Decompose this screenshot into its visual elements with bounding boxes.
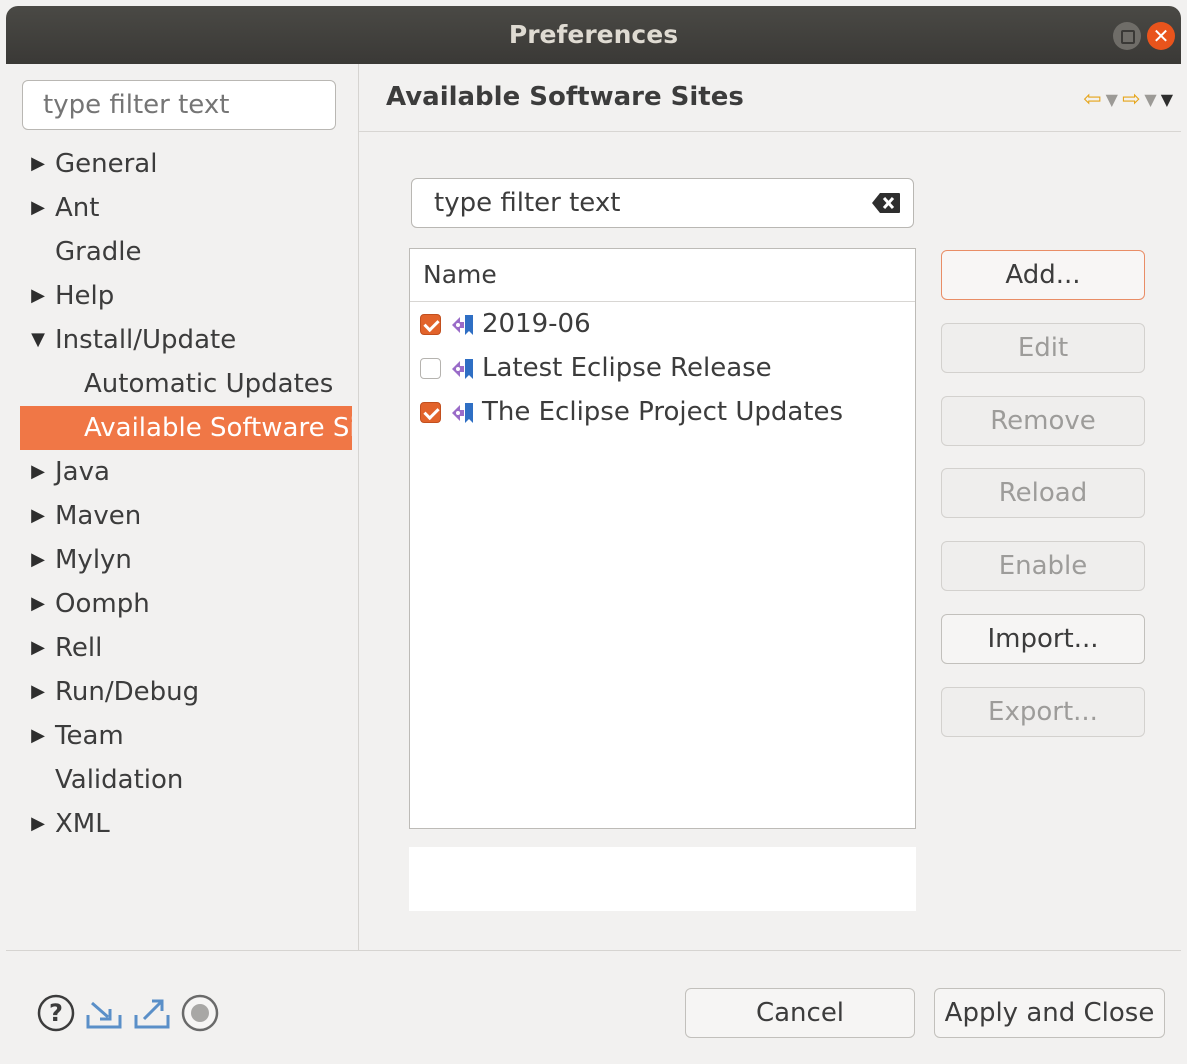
tree-item-rell[interactable]: ▶ Rell — [6, 626, 358, 670]
reload-button[interactable]: Reload — [941, 468, 1145, 518]
update-site-icon — [452, 359, 473, 379]
tree-item-label: Available Software Sites — [84, 413, 352, 443]
preference-page: Available Software Sites ⇦ ▼ ⇨ ▼ ▼ type … — [359, 64, 1181, 950]
tree-item-label: Oomph — [55, 589, 150, 619]
tree-item-label: Rell — [55, 633, 103, 663]
tree-item-mylyn[interactable]: ▶ Mylyn — [6, 538, 358, 582]
tree-item-maven[interactable]: ▶ Maven — [6, 494, 358, 538]
update-site-icon — [452, 315, 473, 335]
sites-filter-input[interactable]: type filter text — [411, 178, 914, 228]
expand-arrow-icon[interactable]: ▶ — [28, 450, 48, 494]
tree-item-general[interactable]: ▶ General — [6, 142, 358, 186]
tree-item-help[interactable]: ▶ Help — [6, 274, 358, 318]
expand-arrow-icon[interactable]: ▶ — [28, 494, 48, 538]
expand-arrow-icon[interactable]: ▶ — [28, 538, 48, 582]
tree-item-team[interactable]: ▶ Team — [6, 714, 358, 758]
tree-item-java[interactable]: ▶ Java — [6, 450, 358, 494]
tree-item-gradle[interactable]: Gradle — [6, 230, 358, 274]
table-row[interactable]: Latest Eclipse Release — [410, 346, 915, 390]
collapse-arrow-icon[interactable]: ▼ — [28, 318, 48, 362]
expand-arrow-icon[interactable]: ▶ — [28, 186, 48, 230]
tree-item-automatic-updates[interactable]: Automatic Updates — [6, 362, 358, 406]
site-enabled-checkbox[interactable] — [420, 402, 441, 423]
tree-item-label: Gradle — [55, 237, 142, 267]
tree-item-label: Ant — [55, 193, 100, 223]
minimize-button[interactable] — [1113, 22, 1141, 50]
tree-item-label: Mylyn — [55, 545, 132, 575]
page-title: Available Software Sites — [386, 82, 744, 112]
table-row[interactable]: The Eclipse Project Updates — [410, 390, 915, 434]
tree-filter-input[interactable] — [22, 80, 336, 130]
page-header: Available Software Sites ⇦ ▼ ⇨ ▼ ▼ — [359, 64, 1181, 132]
tree-item-label: General — [55, 149, 158, 179]
tree-item-install-update[interactable]: ▼ Install/Update — [6, 318, 358, 362]
page-navigation: ⇦ ▼ ⇨ ▼ ▼ — [1083, 86, 1173, 112]
expand-arrow-icon[interactable]: ▶ — [28, 274, 48, 318]
export-button[interactable]: Export... — [941, 687, 1145, 737]
tree-item-label: Maven — [55, 501, 142, 531]
expand-arrow-icon[interactable]: ▶ — [28, 714, 48, 758]
dialog-button-bar: ? Cancel Apply and Close — [6, 951, 1181, 1064]
tree-item-label: Team — [55, 721, 124, 751]
tree-item-label: Run/Debug — [55, 677, 200, 707]
forward-dropdown-icon[interactable]: ▼ — [1144, 90, 1156, 109]
site-name: Latest Eclipse Release — [482, 353, 772, 383]
import-preferences-icon[interactable] — [84, 993, 124, 1033]
back-arrow-icon[interactable]: ⇦ — [1083, 87, 1101, 112]
expand-arrow-icon[interactable]: ▶ — [28, 802, 48, 846]
add-button[interactable]: Add... — [941, 250, 1145, 300]
tree-item-label: Help — [55, 281, 115, 311]
import-button[interactable]: Import... — [941, 614, 1145, 664]
tree-item-xml[interactable]: ▶ XML — [6, 802, 358, 846]
site-name: 2019-06 — [482, 309, 591, 339]
expand-arrow-icon[interactable]: ▶ — [28, 670, 48, 714]
help-icon[interactable]: ? — [36, 993, 76, 1033]
expand-arrow-icon[interactable]: ▶ — [28, 142, 48, 186]
remove-button[interactable]: Remove — [941, 396, 1145, 446]
column-header-name[interactable]: Name — [410, 249, 915, 302]
tree-item-run-debug[interactable]: ▶ Run/Debug — [6, 670, 358, 714]
tree-item-label: Automatic Updates — [84, 369, 334, 399]
site-details-area — [409, 847, 916, 911]
expand-arrow-icon[interactable]: ▶ — [28, 582, 48, 626]
footer-icons: ? — [36, 993, 220, 1033]
record-icon[interactable] — [180, 993, 220, 1033]
tree-item-available-software-sites[interactable]: Available Software Sites — [20, 406, 352, 450]
preferences-tree: ▶ General ▶ Ant Gradle ▶ Help ▼ Install/… — [6, 142, 358, 846]
clear-filter-icon[interactable] — [871, 192, 901, 214]
back-dropdown-icon[interactable]: ▼ — [1106, 90, 1118, 109]
tree-item-validation[interactable]: Validation — [6, 758, 358, 802]
tree-item-ant[interactable]: ▶ Ant — [6, 186, 358, 230]
site-name: The Eclipse Project Updates — [482, 397, 844, 427]
tree-item-label: XML — [55, 809, 110, 839]
expand-arrow-icon[interactable]: ▶ — [28, 626, 48, 670]
sites-table[interactable]: Name 2019-06 Latest Eclipse Release The … — [409, 248, 916, 829]
filter-text: type filter text — [434, 188, 621, 218]
edit-button[interactable]: Edit — [941, 323, 1145, 373]
tree-item-label: Validation — [55, 765, 184, 795]
export-preferences-icon[interactable] — [132, 993, 172, 1033]
title-bar: Preferences ✕ — [6, 6, 1181, 64]
update-site-icon — [452, 403, 473, 423]
site-enabled-checkbox[interactable] — [420, 314, 441, 335]
tree-item-oomph[interactable]: ▶ Oomph — [6, 582, 358, 626]
site-enabled-checkbox[interactable] — [420, 358, 441, 379]
forward-arrow-icon[interactable]: ⇨ — [1122, 87, 1140, 112]
view-menu-icon[interactable]: ▼ — [1161, 90, 1173, 109]
enable-button[interactable]: Enable — [941, 541, 1145, 591]
apply-and-close-button[interactable]: Apply and Close — [934, 988, 1165, 1038]
tree-item-label: Java — [55, 457, 110, 487]
close-button[interactable]: ✕ — [1147, 22, 1175, 50]
preferences-tree-pane: ▶ General ▶ Ant Gradle ▶ Help ▼ Install/… — [6, 64, 358, 950]
svg-text:?: ? — [49, 999, 63, 1027]
tree-item-label: Install/Update — [55, 325, 237, 355]
table-row[interactable]: 2019-06 — [410, 302, 915, 346]
window-title: Preferences — [508, 20, 679, 49]
cancel-button[interactable]: Cancel — [685, 988, 915, 1038]
